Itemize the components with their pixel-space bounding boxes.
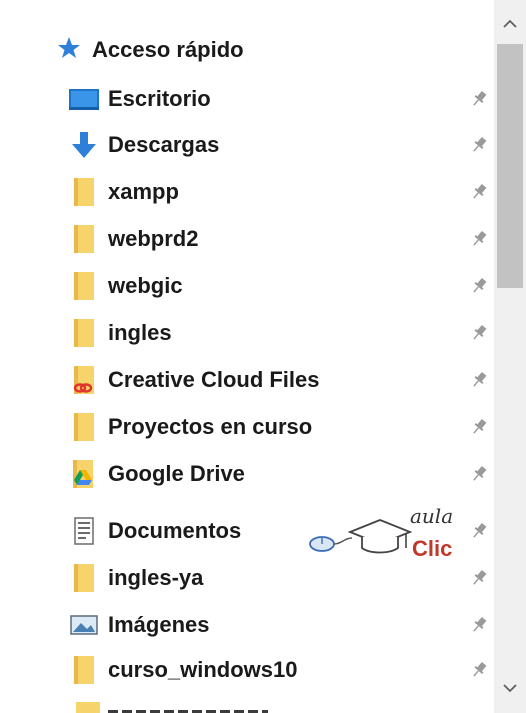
item-label: webgic bbox=[108, 273, 183, 298]
quick-access-item-ingles[interactable]: ingles bbox=[68, 310, 492, 356]
pin-icon[interactable] bbox=[468, 322, 490, 344]
item-label: curso_windows10 bbox=[108, 657, 298, 682]
desktop-icon bbox=[68, 83, 100, 115]
quick-access-item-webgic[interactable]: webgic bbox=[68, 263, 492, 309]
quick-access-item-imagenes[interactable]: Imágenes bbox=[68, 602, 492, 648]
creative-cloud-folder-icon bbox=[68, 364, 100, 396]
vertical-scrollbar[interactable] bbox=[494, 0, 526, 713]
quick-access-label: Acceso rápido bbox=[92, 37, 244, 62]
quick-access-item-descargas[interactable]: Descargas bbox=[68, 122, 492, 168]
pin-icon[interactable] bbox=[468, 463, 490, 485]
item-label: ingles-ya bbox=[108, 565, 204, 590]
quick-access-item-webprd2[interactable]: webprd2 bbox=[68, 216, 492, 262]
google-drive-folder-icon bbox=[68, 458, 100, 490]
item-label: Proyectos en curso bbox=[108, 414, 313, 439]
item-label: Documentos bbox=[108, 518, 242, 543]
folder-icon bbox=[68, 176, 100, 208]
download-arrow-icon bbox=[68, 129, 100, 161]
pin-icon[interactable] bbox=[468, 134, 490, 156]
pictures-icon bbox=[68, 609, 100, 641]
quick-access-item-xampp[interactable]: xampp bbox=[68, 169, 492, 215]
item-label: Imágenes bbox=[108, 612, 210, 637]
truncated-item[interactable] bbox=[108, 704, 268, 713]
watermark-clic: Clic bbox=[412, 536, 453, 561]
chevron-down-icon bbox=[503, 684, 517, 693]
folder-icon bbox=[68, 317, 100, 349]
folder-icon bbox=[68, 411, 100, 443]
graduation-cap-mouse-icon bbox=[309, 519, 413, 554]
item-label: Google Drive bbox=[108, 461, 245, 486]
chevron-up-icon bbox=[503, 19, 517, 28]
folder-icon bbox=[68, 270, 100, 302]
pin-icon[interactable] bbox=[468, 614, 490, 636]
aulaclic-watermark: aula Clic bbox=[306, 504, 476, 574]
pin-icon[interactable] bbox=[468, 181, 490, 203]
pin-icon[interactable] bbox=[468, 369, 490, 391]
folder-icon bbox=[68, 562, 100, 594]
item-label: Creative Cloud Files bbox=[108, 367, 320, 392]
item-label: Descargas bbox=[108, 132, 220, 157]
documents-icon bbox=[68, 515, 100, 547]
scroll-down-button[interactable] bbox=[494, 670, 526, 706]
pin-icon[interactable] bbox=[468, 88, 490, 110]
quick-access-star-icon bbox=[56, 35, 82, 66]
pin-icon[interactable] bbox=[468, 275, 490, 297]
quick-access-item-proyectos-en-curso[interactable]: Proyectos en curso bbox=[68, 404, 492, 450]
item-label: Escritorio bbox=[108, 86, 211, 111]
quick-access-item-google-drive[interactable]: Google Drive bbox=[68, 451, 492, 497]
quick-access-item-escritorio[interactable]: Escritorio bbox=[68, 76, 492, 122]
quick-access-header[interactable]: Acceso rápido bbox=[56, 34, 244, 66]
folder-icon bbox=[68, 654, 100, 686]
navigation-pane: Acceso rápido Escritorio Descargas xampp… bbox=[0, 0, 494, 713]
folder-icon bbox=[68, 223, 100, 255]
item-label: ingles bbox=[108, 320, 172, 345]
item-label: xampp bbox=[108, 179, 179, 204]
folder-icon bbox=[76, 702, 100, 713]
watermark-aula: aula bbox=[410, 504, 454, 528]
pin-icon[interactable] bbox=[468, 416, 490, 438]
scroll-up-button[interactable] bbox=[494, 6, 526, 42]
quick-access-item-creative-cloud-files[interactable]: Creative Cloud Files bbox=[68, 357, 492, 403]
scrollbar-thumb[interactable] bbox=[497, 44, 523, 288]
pin-icon[interactable] bbox=[468, 659, 490, 681]
pin-icon[interactable] bbox=[468, 228, 490, 250]
quick-access-item-curso-windows10[interactable]: curso_windows10 bbox=[68, 647, 492, 693]
item-label: webprd2 bbox=[108, 226, 199, 251]
